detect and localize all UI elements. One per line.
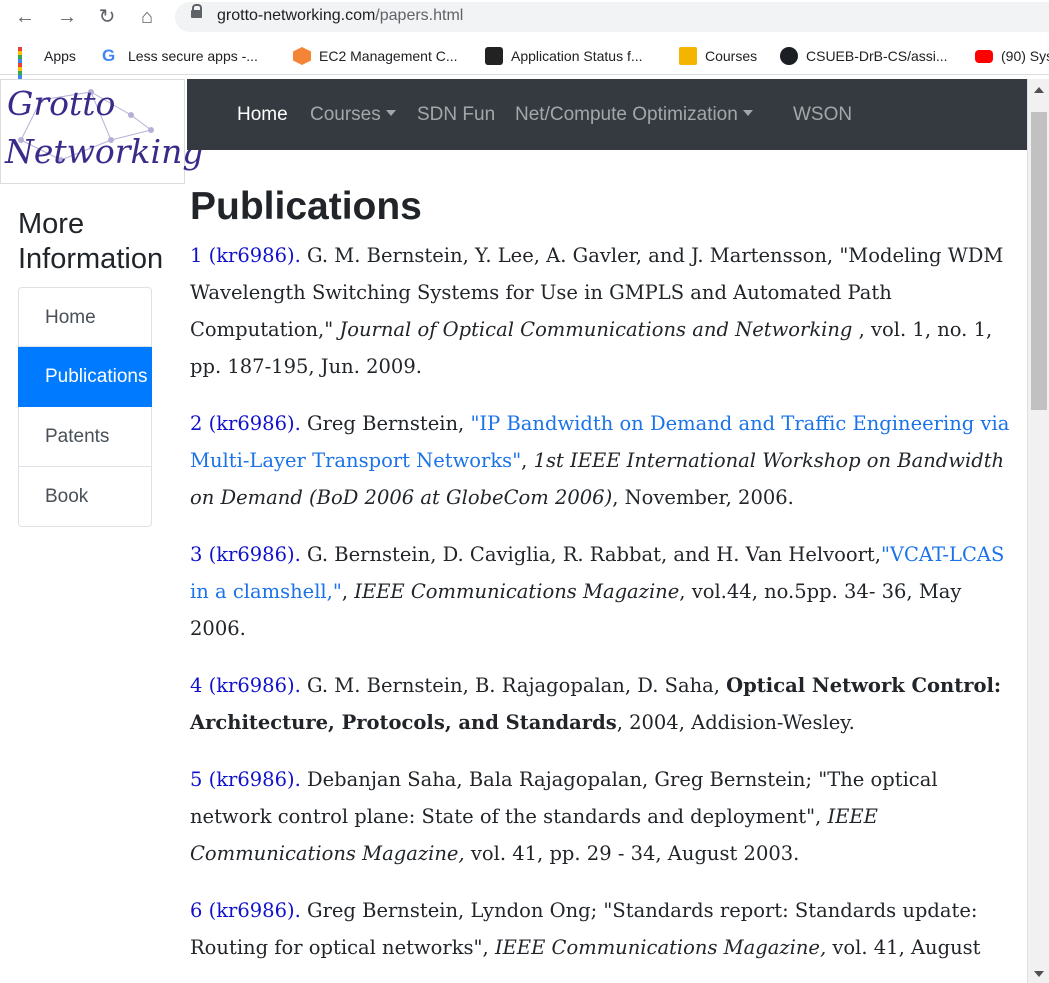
home-icon[interactable]: ⌂ [134,4,160,30]
top-navbar: Home Courses SDN Fun Net/Compute Optimiz… [187,79,1027,150]
publication-anchor-link[interactable]: 2 (kr6986). [190,412,301,435]
sidebar-heading: More Information [18,208,164,275]
nav-optimization-dropdown[interactable]: Net/Compute Optimization [515,104,753,126]
publication-anchor-link[interactable]: 6 (kr6986). [190,899,301,922]
pencil-note-icon [679,47,697,65]
sidebar-item-book[interactable]: Book [18,467,152,527]
logo-text-networking: Networking [5,132,204,171]
publication-item: 2 (kr6986). Greg Bernstein, "IP Bandwidt… [190,412,1010,509]
caret-down-icon [742,110,753,116]
publication-item: 5 (kr6986). Debanjan Saha, Bala Rajagopa… [190,768,938,865]
google-icon: G [102,46,116,65]
sidebar-list: Home Publications Patents Book [18,287,152,527]
sidebar-item-patents[interactable]: Patents [18,407,152,467]
bookmark-less-secure-apps[interactable]: G Less secure apps -... [102,46,258,66]
bookmark-youtube[interactable]: (90) Sys [975,46,1049,66]
publication-item: 3 (kr6986). G. Bernstein, D. Caviglia, R… [190,543,1005,640]
publication-anchor-link[interactable]: 5 (kr6986). [190,768,301,791]
apps-grid-icon [18,47,36,83]
page-viewport: Grotto Networking Home Courses SDN Fun N… [0,79,1027,983]
scrollbar-thumb[interactable] [1031,112,1047,410]
publication-anchor-link[interactable]: 4 (kr6986). [190,674,301,697]
site-logo[interactable]: Grotto Networking [0,79,203,184]
page-title: Publications [190,185,422,228]
bookmark-courses[interactable]: Courses [679,46,757,66]
vertical-scrollbar[interactable] [1027,79,1049,983]
sidebar-item-publications[interactable]: Publications [18,347,152,407]
scroll-down-arrow-icon[interactable] [1034,971,1044,977]
app-status-icon [485,47,503,65]
caret-down-icon [385,110,396,116]
url-text[interactable]: grotto-networking.com/papers.html [217,7,463,25]
reload-icon[interactable]: ↻ [94,4,120,30]
nav-home[interactable]: Home [237,104,288,126]
browser-toolbar: ← → ↻ ⌂ grotto-networking.com/papers.htm… [0,0,1049,34]
bookmark-apps[interactable]: Apps [18,46,76,83]
forward-arrow-icon[interactable]: → [54,4,80,30]
lock-icon [191,4,202,18]
publication-list: 1 (kr6986). G. M. Bernstein, Y. Lee, A. … [190,237,1015,983]
sidebar-item-home[interactable]: Home [18,287,152,347]
logo-text-grotto: Grotto [7,84,116,123]
back-arrow-icon[interactable]: ← [12,4,38,30]
nav-wson[interactable]: WSON [793,104,852,126]
publication-anchor-link[interactable]: 1 (kr6986). [190,244,301,267]
publication-item: 4 (kr6986). G. M. Bernstein, B. Rajagopa… [190,674,1002,734]
github-icon [780,47,798,65]
bookmark-ec2[interactable]: EC2 Management C... [293,46,458,66]
publication-item: 1 (kr6986). G. M. Bernstein, Y. Lee, A. … [190,244,1004,378]
nav-courses-dropdown[interactable]: Courses [310,104,396,126]
bookmark-application-status[interactable]: Application Status f... [485,46,643,66]
youtube-icon [975,49,993,63]
scroll-up-arrow-icon[interactable] [1034,87,1044,93]
nav-sdn-fun[interactable]: SDN Fun [417,104,495,126]
publication-anchor-link[interactable]: 3 (kr6986). [190,543,301,566]
bookmarks-bar: Apps G Less secure apps -... EC2 Manageme… [0,38,1049,83]
aws-cube-icon [293,47,311,65]
address-bar[interactable]: grotto-networking.com/papers.html [175,2,1049,32]
bookmark-github[interactable]: CSUEB-DrB-CS/assi... [780,46,948,66]
publication-item: 6 (kr6986). Greg Bernstein, Lyndon Ong; … [190,899,981,959]
